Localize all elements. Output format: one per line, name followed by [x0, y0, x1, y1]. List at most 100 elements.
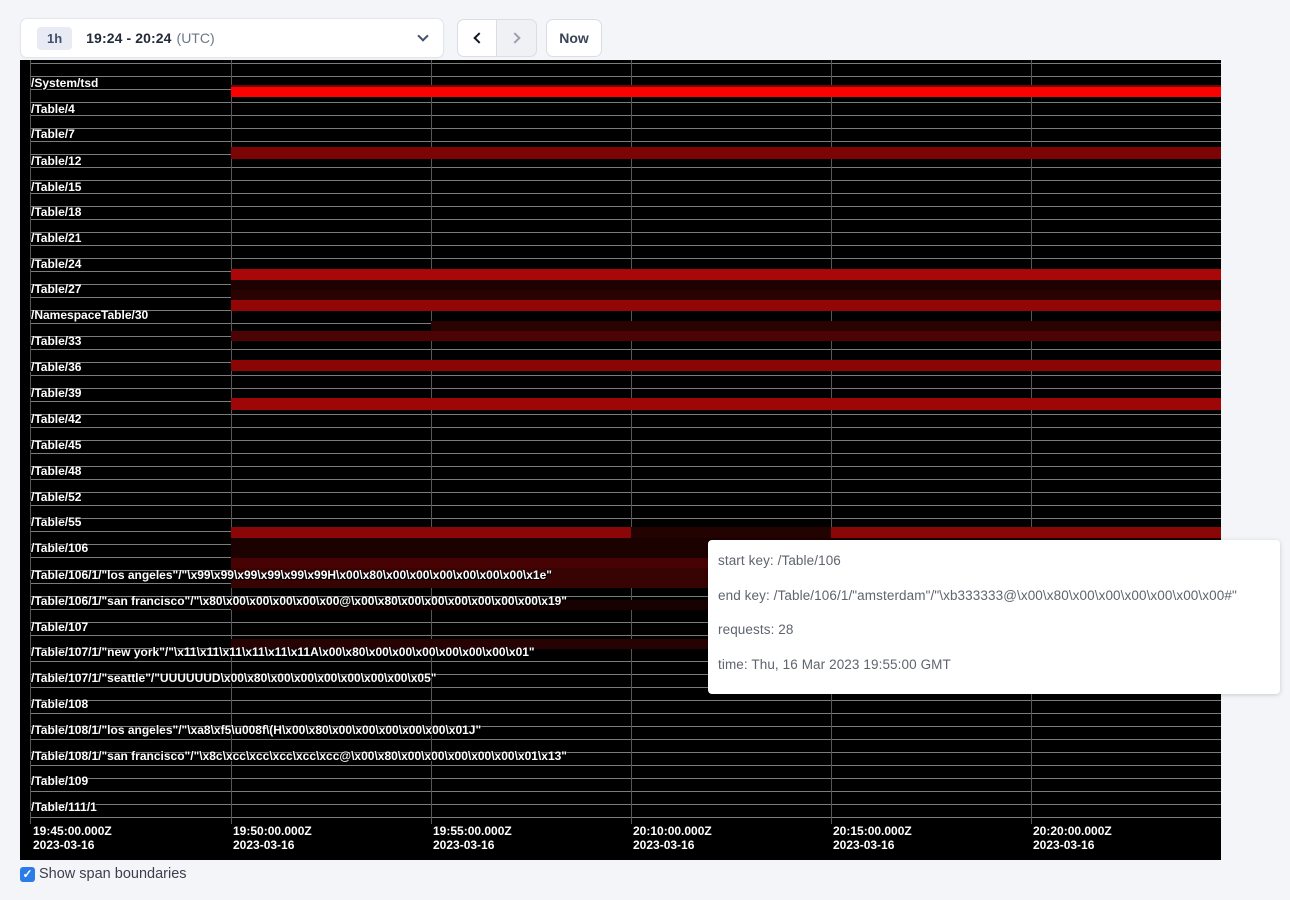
time-bucket-line [231, 60, 232, 824]
axis-tick-time: 20:10:00.000Z [633, 824, 712, 838]
span-boundary-line [30, 375, 1221, 376]
span-boundary-line [30, 778, 1221, 779]
span-boundary-line [30, 427, 1221, 428]
show-span-boundaries-checkbox[interactable]: ✓ [20, 867, 35, 882]
span-boundary-line [30, 739, 1221, 740]
hot-range-band[interactable] [231, 147, 1221, 159]
hot-range-band[interactable] [231, 331, 1221, 341]
key-span-label: /Table/24 [31, 257, 81, 271]
axis-tick-date: 2023-03-16 [1033, 838, 1112, 852]
span-boundary-line [30, 76, 1221, 77]
span-boundary-line [30, 102, 1221, 103]
hot-range-band[interactable] [231, 527, 631, 538]
span-boundary-line [30, 245, 1221, 246]
key-span-label: /Table/27 [31, 282, 81, 296]
key-span-label: /Table/111/1 [31, 800, 97, 814]
time-range-selector[interactable]: 1h 19:24 - 20:24 (UTC) [20, 18, 444, 58]
key-span-label: /Table/109 [31, 774, 88, 788]
span-boundary-line [30, 518, 1221, 519]
axis-tick-time: 19:55:00.000Z [433, 824, 512, 838]
time-bucket-line [831, 60, 832, 824]
now-button[interactable]: Now [546, 19, 602, 57]
chevron-right-icon [509, 32, 520, 43]
time-nav-button-group [457, 19, 537, 57]
span-boundary-line [30, 713, 1221, 714]
hot-range-band[interactable] [231, 360, 1221, 371]
duration-badge: 1h [37, 27, 72, 50]
span-boundary-line [30, 258, 1221, 259]
span-boundary-line [30, 804, 1221, 805]
span-boundary-line [30, 180, 1221, 181]
span-boundary-line [30, 700, 1221, 701]
span-boundary-line [30, 167, 1221, 168]
key-span-label: /Table/107/1/"seattle"/"UUUUUUD\x00\x80\… [31, 671, 436, 685]
key-span-label: /System/tsd [31, 76, 98, 90]
span-boundary-line [30, 206, 1221, 207]
key-span-label: /Table/106 [31, 541, 88, 555]
key-span-label: /Table/106/1/"los angeles"/"\x99\x99\x99… [31, 568, 552, 582]
time-bucket-line [631, 60, 632, 824]
hot-range-band[interactable] [231, 280, 1221, 290]
span-boundary-line [30, 193, 1221, 194]
time-bucket-line [1031, 60, 1032, 824]
key-span-label: /Table/108 [31, 697, 88, 711]
hover-tooltip: start key: /Table/106 end key: /Table/10… [708, 540, 1280, 694]
time-bucket-line [431, 60, 432, 824]
timezone-label: (UTC) [177, 30, 215, 46]
span-boundary-line [30, 479, 1221, 480]
key-span-label: /Table/106/1/"san francisco"/"\x80\x00\x… [31, 594, 567, 608]
hot-range-band[interactable] [231, 269, 1221, 280]
axis-tick-label: 19:50:00.000Z2023-03-16 [233, 824, 312, 852]
tooltip-time: time: Thu, 16 Mar 2023 19:55:00 GMT [718, 657, 1270, 672]
axis-tick-time: 20:15:00.000Z [833, 824, 912, 838]
hot-range-band[interactable] [231, 87, 1221, 97]
axis-tick-time: 19:45:00.000Z [33, 824, 112, 838]
span-boundary-line [30, 440, 1221, 441]
span-boundary-line [30, 466, 1221, 467]
axis-tick-label: 19:55:00.000Z2023-03-16 [433, 824, 512, 852]
axis-tick-label: 20:20:00.000Z2023-03-16 [1033, 824, 1112, 852]
chevron-down-icon [417, 30, 428, 41]
show-span-boundaries-control: ✓ Show span boundaries [20, 866, 187, 882]
tooltip-start-key: start key: /Table/106 [718, 553, 1270, 568]
span-boundary-line [30, 219, 1221, 220]
axis-tick-date: 2023-03-16 [833, 838, 912, 852]
axis-tick-label: 20:10:00.000Z2023-03-16 [633, 824, 712, 852]
key-span-label: /Table/33 [31, 334, 81, 348]
key-span-label: /Table/18 [31, 205, 81, 219]
tooltip-requests: requests: 28 [718, 622, 1270, 637]
span-boundary-line [30, 349, 1221, 350]
axis-tick-date: 2023-03-16 [33, 838, 112, 852]
hot-range-band[interactable] [431, 321, 1221, 331]
key-span-label: /Table/15 [31, 180, 81, 194]
key-visualizer-canvas[interactable]: /System/tsd/Table/4/Table/7/Table/12/Tab… [20, 60, 1221, 860]
span-boundary-line [30, 765, 1221, 766]
key-span-label: /Table/21 [31, 231, 81, 245]
key-span-label: /Table/52 [31, 490, 81, 504]
key-span-label: /Table/107/1/"new york"/"\x11\x11\x11\x1… [31, 645, 535, 659]
key-span-label: /Table/39 [31, 386, 81, 400]
key-span-label: /NamespaceTable/30 [31, 308, 148, 322]
hot-range-band[interactable] [831, 527, 1221, 538]
hot-range-band[interactable] [631, 527, 831, 538]
span-boundary-line [30, 791, 1221, 792]
axis-tick-date: 2023-03-16 [433, 838, 512, 852]
span-boundary-line [30, 388, 1221, 389]
next-time-window-button[interactable] [497, 19, 537, 57]
span-boundary-line [30, 128, 1221, 129]
axis-tick-label: 19:45:00.000Z2023-03-16 [33, 824, 112, 852]
hot-range-band[interactable] [231, 300, 1221, 311]
key-span-label: /Table/108/1/"san francisco"/"\x8c\xcc\x… [31, 749, 567, 763]
hot-range-band[interactable] [231, 290, 1221, 300]
axis-tick-time: 20:20:00.000Z [1033, 824, 1112, 838]
previous-time-window-button[interactable] [457, 19, 497, 57]
key-span-label: /Table/48 [31, 464, 81, 478]
key-span-label: /Table/12 [31, 154, 81, 168]
span-boundary-line [30, 232, 1221, 233]
span-boundary-line [30, 492, 1221, 493]
hot-range-band[interactable] [231, 398, 1221, 410]
axis-tick-date: 2023-03-16 [633, 838, 712, 852]
key-span-label: /Table/55 [31, 515, 81, 529]
show-span-boundaries-label: Show span boundaries [39, 866, 187, 882]
key-span-label: /Table/108/1/"los angeles"/"\xa8\xf5\u00… [31, 723, 481, 737]
